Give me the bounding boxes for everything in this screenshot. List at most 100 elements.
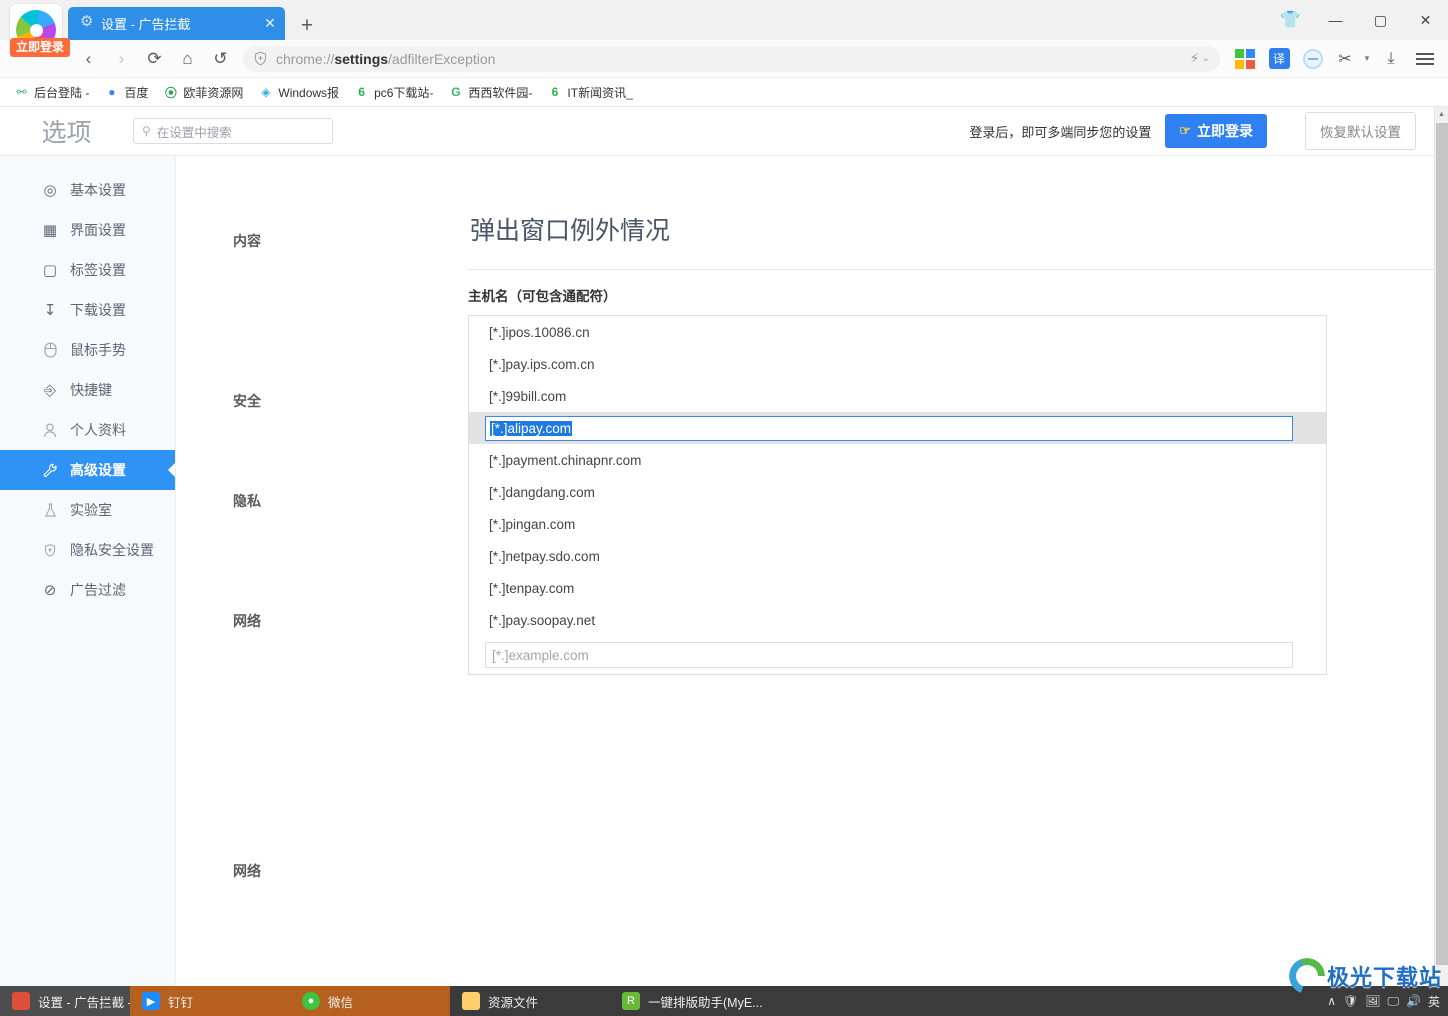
bookmark-item[interactable]: 6 IT新闻资讯_ [541, 82, 638, 103]
taskbar-item-wechat[interactable]: ● 微信 [290, 986, 450, 1016]
sidebar-item-downloads[interactable]: ↧ 下载设置 [0, 290, 175, 330]
list-item[interactable]: [*.]pay.ips.com.cn [469, 348, 1326, 380]
scrollbar-thumb[interactable] [1436, 123, 1448, 965]
adblock-icon[interactable] [1296, 44, 1330, 74]
settings-sidebar: ◎ 基本设置 ▦ 界面设置 ▢ 标签设置 ↧ 下载设置 鼠标手势 ⎆ 快捷键 个… [0, 156, 176, 986]
screenshot-scissors-icon[interactable]: ✂ [1330, 44, 1360, 74]
hostname-list: [*.]ipos.10086.cn [*.]pay.ips.com.cn [*.… [468, 315, 1327, 675]
close-icon[interactable]: ✕ [261, 15, 279, 32]
tab-title: 设置 - 广告拦截 [101, 17, 191, 32]
new-hostname-input[interactable]: [*.]example.com [485, 642, 1293, 668]
bookmark-item[interactable]: ⦿ 欧菲资源网 [157, 82, 249, 103]
bookmark-favicon: ● [108, 85, 116, 99]
gear-icon [80, 12, 95, 31]
home-icon[interactable]: ⌂ [171, 44, 204, 74]
tray-expand-icon[interactable]: ∧ [1327, 994, 1336, 1008]
minimize-button[interactable]: — [1313, 0, 1358, 40]
chevron-down-icon[interactable]: ⌄ [1202, 53, 1210, 64]
sidebar-item-tabs[interactable]: ▢ 标签设置 [0, 250, 175, 290]
network-icon[interactable]: 🖵 [1387, 994, 1399, 1009]
list-item[interactable]: [*.]netpay.sdo.com [469, 540, 1326, 572]
forward-icon[interactable]: › [105, 44, 138, 74]
bookmark-item[interactable]: ⚯ 后台登陆 - [8, 82, 95, 103]
browser-tab-active[interactable]: 设置 - 广告拦截 ✕ [68, 7, 285, 40]
sidebar-item-ad-filter[interactable]: ⊘ 广告过滤 [0, 570, 175, 610]
display-icon[interactable]: 🖼 [1365, 994, 1380, 1008]
sidebar-item-label: 实验室 [70, 502, 112, 518]
bookmark-item[interactable]: ◈ Windows报 [252, 82, 345, 103]
hostname-edit-input[interactable]: [*.]alipay.com [485, 415, 1293, 441]
reload-icon[interactable]: ⟳ [138, 44, 171, 74]
sidebar-item-label: 隐私安全设置 [70, 542, 154, 558]
new-hostname-placeholder: [*.]example.com [492, 647, 589, 663]
sidebar-item-label: 下载设置 [70, 302, 126, 318]
list-item[interactable]: [*.]tenpay.com [469, 572, 1326, 604]
bookmark-item[interactable]: 6 pc6下载站- [348, 82, 439, 103]
back-icon[interactable]: ‹ [72, 44, 105, 74]
reset-defaults-button[interactable]: 恢复默认设置 [1305, 112, 1416, 150]
search-placeholder: 在设置中搜索 [156, 125, 232, 140]
list-item[interactable]: [*.]payment.chinapnr.com [469, 444, 1326, 476]
translate-icon[interactable]: 译 [1262, 44, 1296, 74]
sidebar-item-shortcuts[interactable]: ⎆ 快捷键 [0, 370, 175, 410]
maximize-button[interactable]: ▢ [1358, 0, 1403, 40]
downloads-icon[interactable]: ⤓ [1374, 44, 1408, 74]
taskbar-item-dingtalk[interactable]: ▶ 钉钉 [130, 986, 290, 1016]
volume-icon[interactable]: 🔊 [1406, 994, 1421, 1008]
hand-pointer-icon: ☞ [1179, 123, 1191, 138]
shield-plus-icon [253, 51, 268, 66]
tab-strip: 设置 - 广告拦截 ✕ + [68, 7, 321, 40]
tab-icon: ▢ [42, 262, 58, 279]
undo-icon[interactable]: ↺ [204, 44, 237, 74]
taskbar-item-label: 钉钉 [168, 995, 194, 1010]
list-item[interactable]: [*.]ipos.10086.cn [469, 316, 1326, 348]
section-heading-content: 内容 [233, 233, 261, 249]
taskbar-item-browser[interactable]: 设置 - 广告拦截 - ... [0, 986, 146, 1016]
list-item-editing[interactable]: [*.]alipay.com [469, 412, 1326, 444]
new-hostname-row[interactable]: [*.]example.com [469, 636, 1326, 674]
window-icon: ▦ [42, 222, 58, 239]
window-close-button[interactable]: ✕ [1403, 0, 1448, 40]
selected-text: [*.]alipay.com [490, 420, 573, 436]
list-item[interactable]: [*.]99bill.com [469, 380, 1326, 412]
logo-login-badge[interactable]: 立即登录 [10, 38, 71, 57]
list-item[interactable]: [*.]pay.soopay.net [469, 604, 1326, 636]
sidebar-item-profile[interactable]: 个人资料 [0, 410, 175, 450]
section-heading-network: 网络 [233, 613, 261, 629]
new-tab-button[interactable]: + [293, 12, 321, 40]
sidebar-item-basic[interactable]: ◎ 基本设置 [0, 170, 175, 210]
wrench-icon [41, 461, 59, 479]
address-bar[interactable]: chrome://settings/adfilterException ⚡ ⌄ [243, 45, 1220, 72]
bookmark-item[interactable]: G 西西软件园- [442, 82, 538, 103]
sidebar-item-lab[interactable]: 实验室 [0, 490, 175, 530]
list-item[interactable]: [*.]pingan.com [469, 508, 1326, 540]
bookmark-favicon: 6 [551, 85, 559, 99]
scroll-up-arrow[interactable]: ▲ [1435, 107, 1448, 121]
browser-title-bar: 设置 - 广告拦截 ✕ + 👕 — ▢ ✕ [0, 0, 1448, 40]
list-item[interactable]: [*.]dangdang.com [469, 476, 1326, 508]
shirt-icon[interactable]: 👕 [1268, 0, 1313, 40]
ime-language-icon[interactable]: 英 [1428, 993, 1440, 1010]
bookmark-favicon: G [451, 85, 461, 99]
sidebar-item-interface[interactable]: ▦ 界面设置 [0, 210, 175, 250]
microsoft-squares-icon[interactable] [1228, 44, 1262, 74]
sidebar-item-advanced[interactable]: 高级设置 [0, 450, 176, 490]
sidebar-item-privacy-security[interactable]: 隐私安全设置 [0, 530, 175, 570]
menu-icon[interactable] [1408, 44, 1442, 74]
taskbar-item-resource-folder[interactable]: 资源文件 [450, 986, 610, 1016]
search-input[interactable]: ⚲ 在设置中搜索 [133, 118, 333, 144]
scissors-dropdown-caret[interactable]: ▾ [1360, 44, 1374, 74]
login-now-button[interactable]: ☞ 立即登录 [1165, 114, 1267, 148]
sidebar-item-label: 个人资料 [70, 422, 126, 438]
bookmarks-bar: ⚯ 后台登陆 - ● 百度 ⦿ 欧菲资源网 ◈ Windows报 6 pc6下载… [0, 78, 1448, 107]
bookmark-favicon: ⦿ [164, 85, 177, 100]
shield-plus-icon [41, 541, 59, 559]
sidebar-item-mouse-gestures[interactable]: 鼠标手势 [0, 330, 175, 370]
settings-body: ◎ 基本设置 ▦ 界面设置 ▢ 标签设置 ↧ 下载设置 鼠标手势 ⎆ 快捷键 个… [0, 156, 1448, 1016]
taskbar-item-typesetting-helper[interactable]: R 一键排版助手(MyE... [610, 986, 810, 1016]
page-scrollbar[interactable]: ▲ [1434, 107, 1448, 986]
target-icon: ◎ [43, 182, 57, 199]
bookmark-item[interactable]: ● 百度 [98, 82, 154, 103]
lightning-icon[interactable]: ⚡ [1190, 50, 1200, 67]
security-shield-icon[interactable]: 🛡 [1343, 994, 1358, 1008]
